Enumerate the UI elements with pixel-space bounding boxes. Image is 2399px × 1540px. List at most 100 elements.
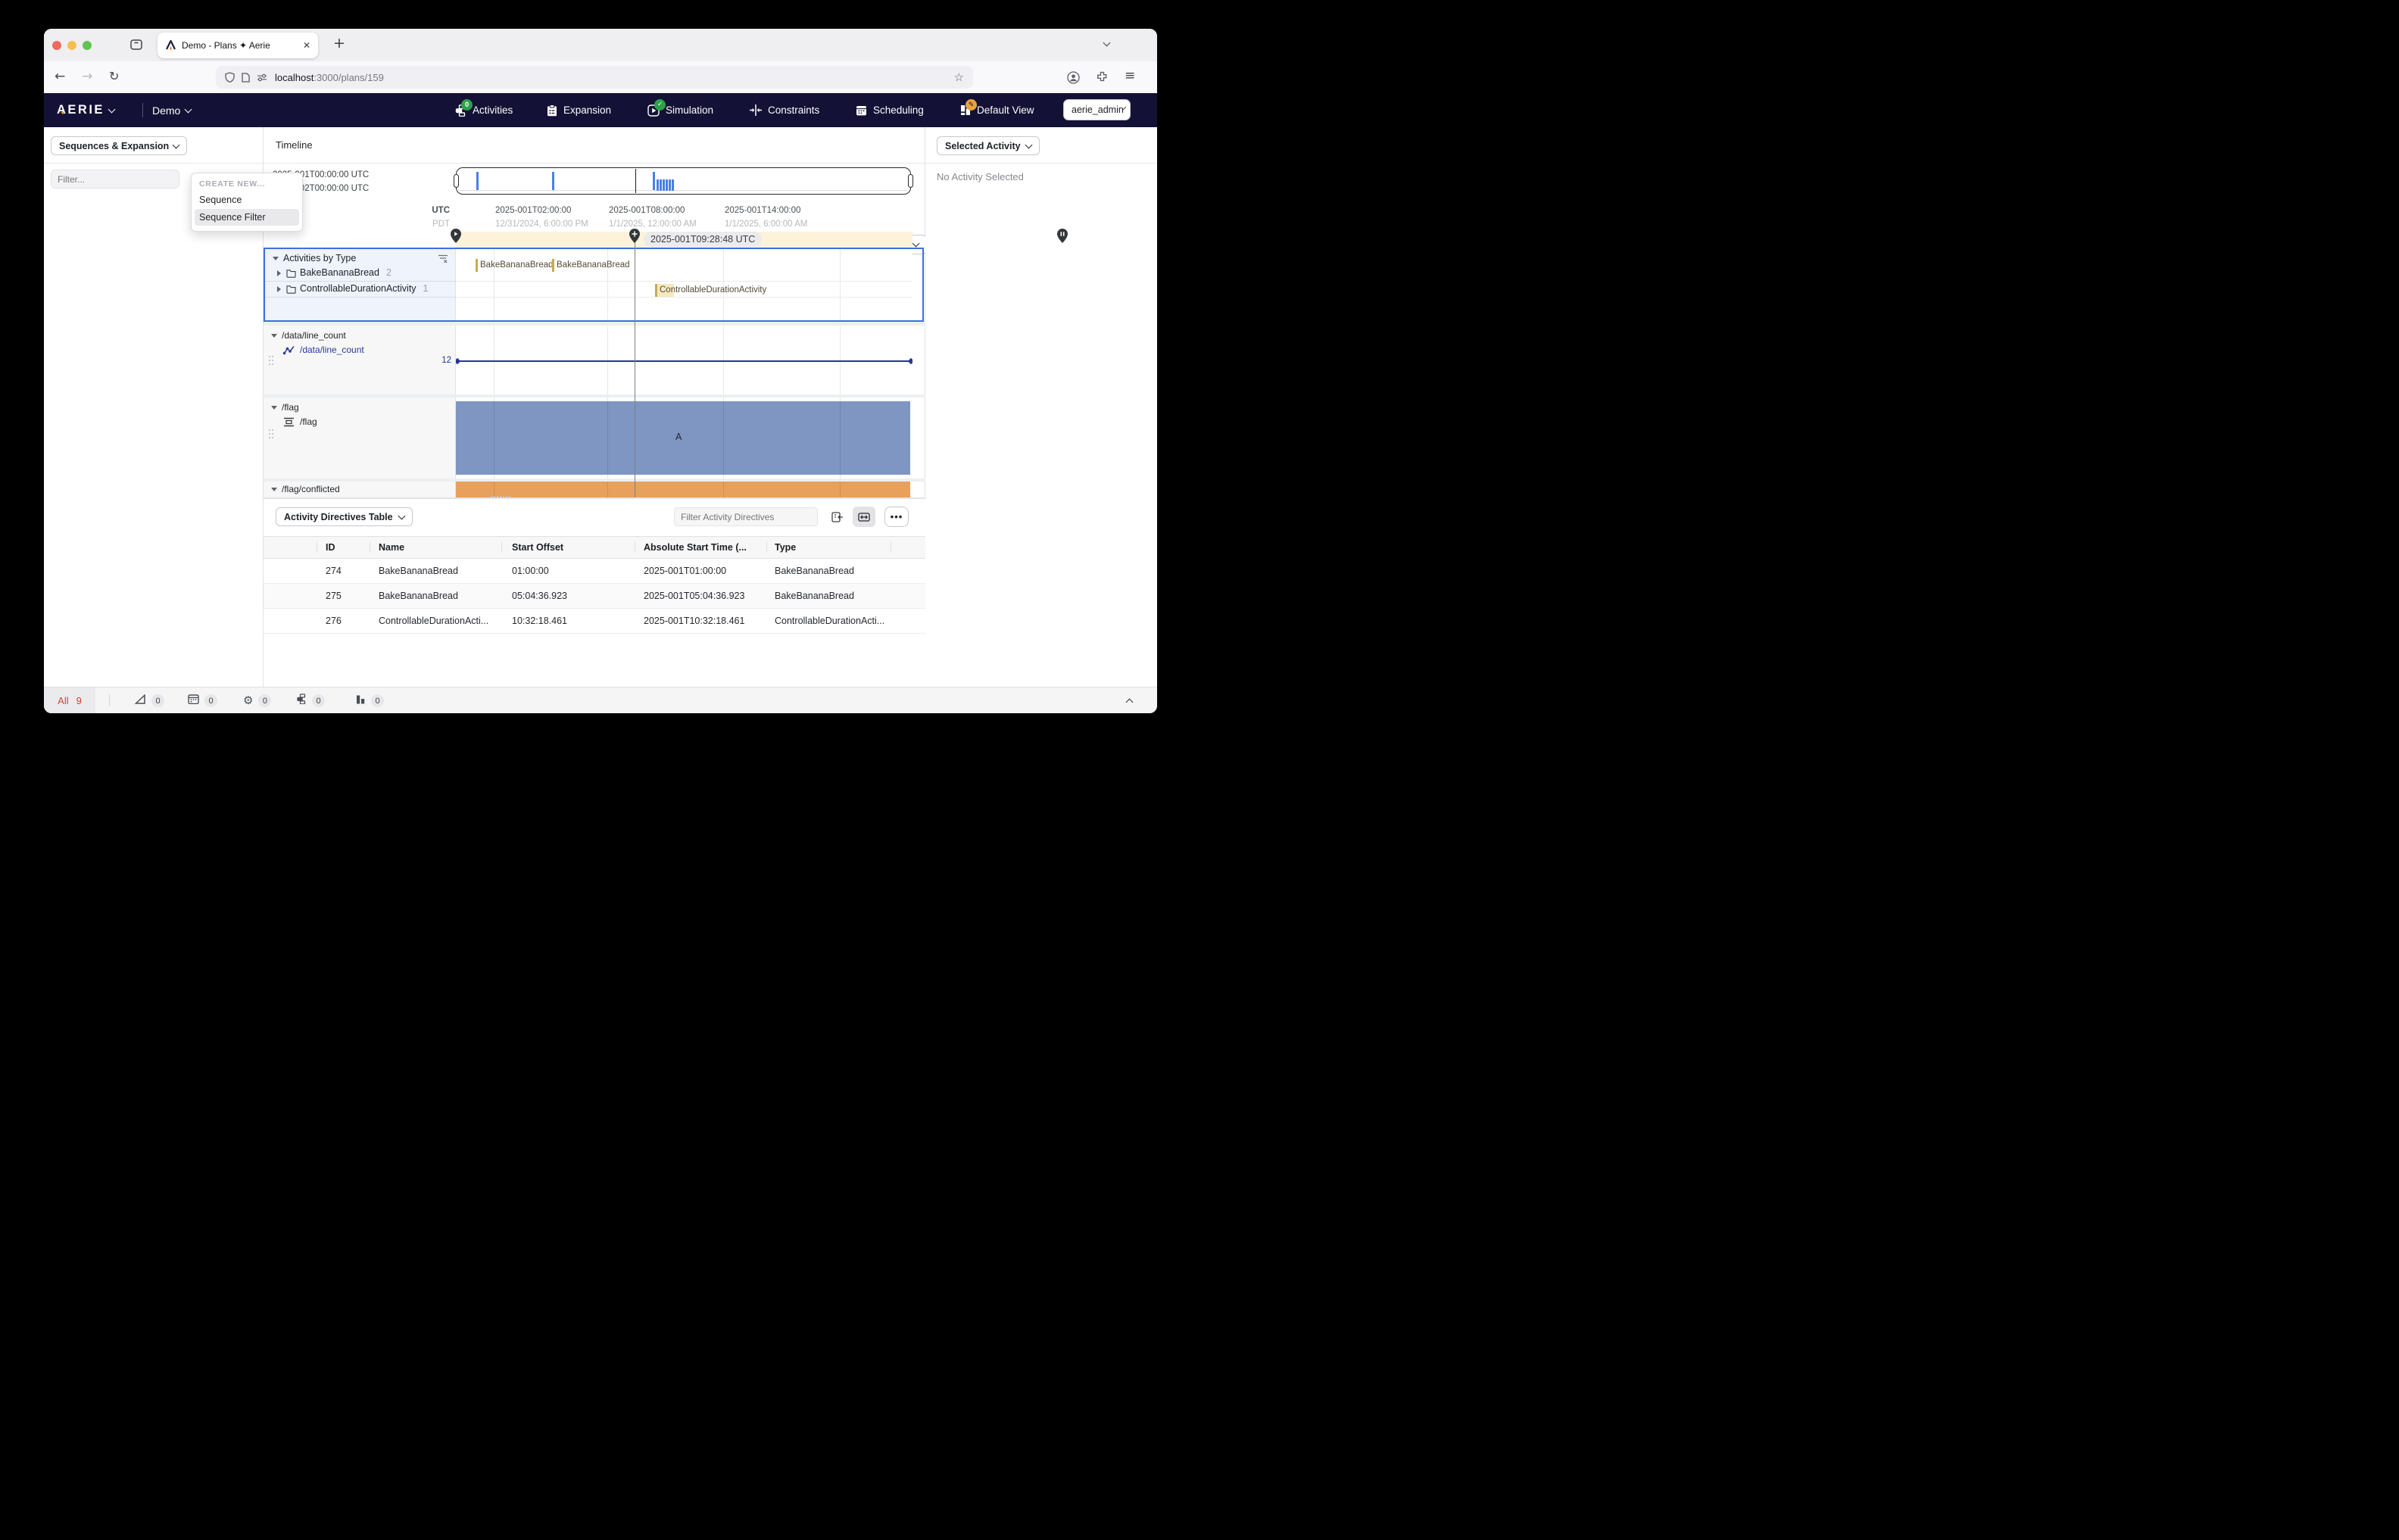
activity-bar[interactable] bbox=[655, 284, 657, 297]
status-counter-scheduling[interactable]: 0 bbox=[188, 687, 217, 713]
address-bar[interactable]: localhost:3000/plans/159 ☆ bbox=[216, 66, 973, 89]
column-header-start-offset[interactable]: Start Offset bbox=[512, 542, 563, 553]
sim-end-pin-icon[interactable] bbox=[1057, 229, 1068, 247]
collapse-caret-icon[interactable] bbox=[271, 334, 277, 338]
row-group-line-count[interactable]: /data/line_count /data/line_count 12 bbox=[264, 326, 925, 394]
axis-tick-pdt: 1/1/2025, 12:00:00 AM bbox=[609, 220, 697, 229]
drag-handle[interactable] bbox=[269, 356, 270, 357]
browser-window: Demo - Plans ✦ Aerie ✕ + ← → ↻ localhost… bbox=[44, 29, 1157, 713]
activity-type-row[interactable]: BakeBananaBread 2 bbox=[300, 267, 392, 278]
panel-resize-handle[interactable] bbox=[491, 496, 510, 500]
close-window-button[interactable] bbox=[52, 41, 61, 50]
filter-activities-icon[interactable] bbox=[438, 254, 448, 267]
nav-item-constraints[interactable]: Constraints bbox=[750, 93, 819, 127]
back-button[interactable]: ← bbox=[55, 69, 65, 84]
column-header-type[interactable]: Type bbox=[775, 542, 796, 553]
bookmark-star-icon[interactable]: ☆ bbox=[954, 70, 964, 84]
status-counter-constraints[interactable]: 0 bbox=[134, 687, 164, 713]
tab-overview-icon[interactable] bbox=[130, 39, 142, 54]
new-tab-button[interactable]: + bbox=[333, 35, 345, 51]
tab-list-chevron-icon[interactable] bbox=[1103, 39, 1111, 47]
drag-handle[interactable] bbox=[269, 429, 270, 431]
permissions-icon[interactable] bbox=[257, 73, 267, 82]
row-plot-area[interactable] bbox=[456, 326, 912, 394]
column-header-id[interactable]: ID bbox=[326, 542, 335, 553]
flag-state-band[interactable] bbox=[456, 401, 910, 475]
menu-hamburger-icon[interactable]: ≡ bbox=[1125, 68, 1135, 83]
activity-bar[interactable] bbox=[552, 259, 554, 272]
conflicted-state-band[interactable] bbox=[456, 482, 910, 497]
minimap-left-handle[interactable] bbox=[454, 174, 459, 188]
plan-name: Demo bbox=[152, 104, 181, 117]
row-group-activities[interactable]: Activities by Type BakeBananaBread 2 Cont… bbox=[264, 248, 924, 322]
sim-start-pin-icon[interactable] bbox=[451, 229, 461, 247]
extensions-puzzle-icon[interactable] bbox=[1097, 71, 1108, 86]
right-panel-divider bbox=[925, 163, 1157, 164]
url-host: localhost bbox=[275, 71, 314, 83]
account-icon[interactable] bbox=[1067, 71, 1080, 88]
status-counter-activities[interactable]: 0 bbox=[296, 687, 325, 713]
sequence-filter-input[interactable] bbox=[51, 170, 179, 189]
minimize-window-button[interactable] bbox=[67, 41, 76, 50]
user-menu-button[interactable]: aerie_admin bbox=[1063, 99, 1131, 120]
row-group-flag[interactable]: /flag /flag A bbox=[264, 397, 925, 479]
column-header-abs-start[interactable]: Absolute Start Time (... bbox=[644, 542, 747, 553]
table-row[interactable]: 276 ControllableDurationActi... 10:32:18… bbox=[264, 609, 925, 634]
activity-type-row[interactable]: ControllableDurationActivity 1 bbox=[300, 283, 429, 294]
right-panel-selector[interactable]: Selected Activity bbox=[937, 136, 1040, 155]
row-plot-area[interactable]: A bbox=[456, 397, 912, 479]
layer-legend[interactable]: /flag bbox=[300, 416, 317, 427]
expand-caret-icon[interactable] bbox=[277, 270, 281, 276]
collapse-caret-icon[interactable] bbox=[271, 488, 277, 491]
nav-item-scheduling[interactable]: Scheduling bbox=[856, 93, 924, 127]
menu-item-sequence[interactable]: Sequence bbox=[195, 192, 299, 208]
create-new-context-menu: CREATE NEW... Sequence Sequence Filter bbox=[191, 173, 303, 232]
browser-tab[interactable]: Demo - Plans ✦ Aerie ✕ bbox=[158, 33, 318, 58]
shield-icon[interactable] bbox=[225, 72, 235, 83]
table-menu-button[interactable]: ••• bbox=[884, 507, 909, 527]
menu-item-sequence-filter[interactable]: Sequence Filter bbox=[195, 209, 299, 226]
aerie-app-menu[interactable]: AERIE ✦ bbox=[57, 93, 116, 127]
tab-close-icon[interactable]: ✕ bbox=[303, 40, 310, 51]
fit-columns-button[interactable] bbox=[853, 507, 875, 527]
minimap-right-handle[interactable] bbox=[908, 174, 913, 188]
tab-title: Demo - Plans ✦ Aerie bbox=[182, 40, 270, 51]
context-menu-header: CREATE NEW... bbox=[199, 179, 266, 189]
left-panel-selector[interactable]: Sequences & Expansion bbox=[51, 136, 187, 155]
status-counter-simulation[interactable]: ⚙ 0 bbox=[243, 687, 272, 713]
console-expand-chevron-icon[interactable] bbox=[1125, 698, 1134, 706]
maximize-window-button[interactable] bbox=[83, 41, 92, 50]
nav-item-simulation[interactable]: ✓ Simulation bbox=[647, 93, 713, 127]
table-row[interactable]: 275 BakeBananaBread 05:04:36.923 2025-00… bbox=[264, 584, 925, 609]
page-info-icon[interactable] bbox=[242, 72, 250, 83]
cursor-time-chip: 2025-001T09:28:48 UTC bbox=[644, 232, 763, 247]
nav-item-activities[interactable]: 0 Activities bbox=[454, 93, 513, 127]
nav-item-expansion[interactable]: Expansion bbox=[547, 93, 611, 127]
nav-item-default-view[interactable]: ✎ Default View bbox=[960, 93, 1034, 127]
all-errors-tab[interactable]: All 9 bbox=[44, 687, 95, 713]
reload-button[interactable]: ↻ bbox=[109, 69, 119, 83]
filter-directives-input[interactable] bbox=[674, 507, 818, 526]
collapse-caret-icon[interactable] bbox=[271, 406, 277, 410]
ruler-icon bbox=[134, 693, 146, 708]
forward-button[interactable]: → bbox=[82, 69, 92, 84]
plan-breadcrumb[interactable]: Demo bbox=[152, 93, 192, 127]
axis-tick-utc: 2025-001T02:00:00 bbox=[495, 206, 572, 215]
view-modified-badge: ✎ bbox=[966, 99, 977, 111]
row-plot-area[interactable] bbox=[456, 482, 912, 497]
status-counter-expansion[interactable]: 0 bbox=[356, 687, 384, 713]
column-header-name[interactable]: Name bbox=[379, 542, 404, 553]
table-row[interactable]: 274 BakeBananaBread 01:00:00 2025-001T01… bbox=[264, 559, 925, 584]
row-plot-area[interactable]: BakeBananaBread BakeBananaBread Controll… bbox=[456, 249, 912, 320]
activity-bar[interactable] bbox=[476, 259, 478, 272]
bottom-panel: Activity Directives Table ••• ID Name St… bbox=[264, 496, 925, 687]
bottom-panel-selector[interactable]: Activity Directives Table bbox=[276, 507, 413, 526]
collapse-caret-icon[interactable] bbox=[273, 257, 279, 260]
row-group-flag-conflicted[interactable]: /flag/conflicted bbox=[264, 482, 925, 497]
expand-caret-icon[interactable] bbox=[277, 286, 281, 292]
timeline-minimap[interactable] bbox=[454, 167, 913, 195]
all-label: All bbox=[58, 694, 69, 706]
sim-cursor-pin-icon[interactable] bbox=[629, 229, 640, 247]
panel-toggle-button[interactable] bbox=[828, 508, 847, 526]
layer-legend[interactable]: /data/line_count bbox=[300, 344, 364, 355]
